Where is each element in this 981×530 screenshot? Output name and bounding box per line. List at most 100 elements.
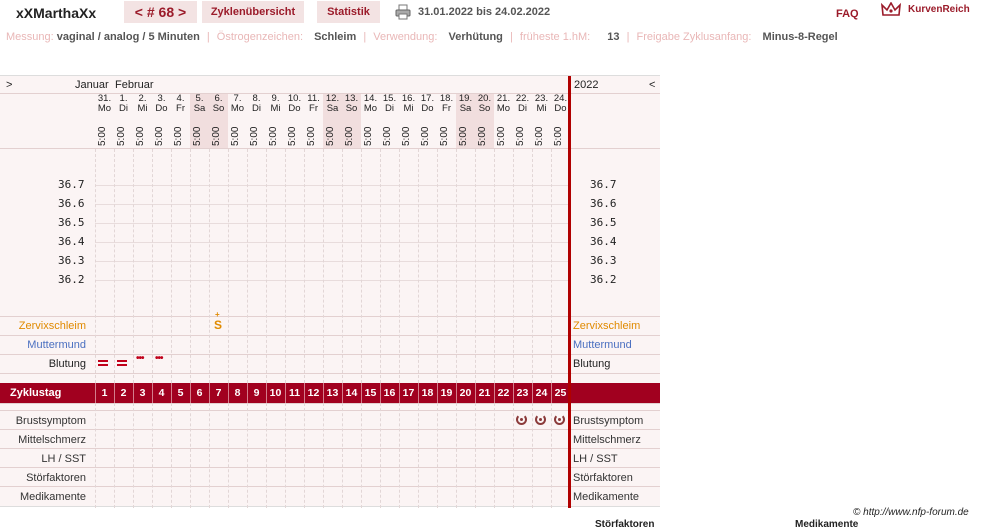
day-header[interactable]: 22. Di 5:00 [513, 94, 532, 149]
grid-vline [513, 403, 514, 508]
cycle-day-divider [513, 383, 514, 403]
cycle-day-divider [532, 383, 533, 403]
day-header[interactable]: 14. Mo 5:00 [361, 94, 380, 149]
grid-vline [475, 149, 476, 383]
breast-symptom-icon[interactable] [535, 414, 546, 425]
cycle-day-number: 4 [158, 387, 165, 399]
measure-time: 5:00 [401, 126, 412, 146]
day-header[interactable]: 6. So 5:00 [209, 94, 228, 149]
weekday: Di [252, 103, 261, 114]
day-header[interactable]: 23. Mi 5:00 [532, 94, 551, 149]
day-header[interactable]: 21. Mo 5:00 [494, 94, 513, 149]
temp-axis-label-right: 36.4 [590, 235, 617, 248]
cycle-day-divider [171, 383, 172, 403]
temp-axis-label-right: 36.6 [590, 197, 617, 210]
bleeding-light-mark[interactable]: ••• [136, 353, 144, 364]
day-header[interactable]: 7. Mo 5:00 [228, 94, 247, 149]
temp-axis-label: 36.6 [58, 197, 85, 210]
cycle-day-divider [380, 383, 381, 403]
day-header[interactable]: 31. Mo 5:00 [95, 94, 114, 149]
day-header[interactable]: 9. Mi 5:00 [266, 94, 285, 149]
weekday: Mi [403, 103, 414, 114]
breast-symptom-icon[interactable] [516, 414, 527, 425]
cycle-day-number: 1 [101, 387, 108, 399]
day-header[interactable]: 12. Sa 5:00 [323, 94, 342, 149]
day-header[interactable]: 11. Fr 5:00 [304, 94, 323, 149]
cycle-day-divider [323, 383, 324, 403]
weekday: Fr [176, 103, 185, 114]
bleeding-heavy-mark[interactable] [117, 360, 127, 362]
bleeding-heavy-mark[interactable] [98, 360, 108, 362]
printer-icon[interactable] [395, 4, 411, 20]
faq-link[interactable]: FAQ [836, 8, 859, 20]
cycle-day-divider [342, 383, 343, 403]
measure-time: 5:00 [249, 126, 260, 146]
day-header[interactable]: 2. Mi 5:00 [133, 94, 152, 149]
grid-vline [247, 149, 248, 383]
lh-row-label: LH / SST [41, 453, 86, 465]
bleeding-light-mark[interactable]: ••• [155, 353, 163, 364]
weekday: Sa [459, 103, 472, 114]
day-header[interactable]: 17. Do 5:00 [418, 94, 437, 149]
day-header[interactable]: 13. So 5:00 [342, 94, 361, 149]
measure-time: 5:00 [97, 126, 108, 146]
grid-vline [228, 403, 229, 508]
day-header[interactable]: 10. Do 5:00 [285, 94, 304, 149]
medi-row-label-right: Medikamente [573, 491, 640, 503]
bleeding-heavy-mark[interactable] [98, 364, 108, 366]
cycle-overview-tab[interactable]: Zyklenübersicht [202, 1, 304, 23]
day-header[interactable]: 15. Di 5:00 [380, 94, 399, 149]
temp-grid-line [95, 261, 568, 262]
cycle-day-divider [228, 383, 229, 403]
measure-time: 5:00 [496, 126, 507, 146]
grid-line [0, 148, 660, 149]
day-header[interactable]: 20. So 5:00 [475, 94, 494, 149]
stoer-row-label-right: Störfaktoren [573, 472, 633, 484]
zyklustag-label: Zyklustag [10, 387, 62, 399]
cycle-day-number: 10 [269, 387, 282, 399]
cycle-day-number: 3 [139, 387, 146, 399]
weekday: Sa [326, 103, 339, 114]
zervix-mark[interactable]: + S [214, 310, 222, 332]
username: xXMarthaXx [16, 5, 97, 21]
cycle-day-number: 12 [307, 387, 320, 399]
grid-line [0, 373, 660, 374]
next-cycle-arrow[interactable]: < [649, 79, 655, 97]
temp-axis-label: 36.5 [58, 216, 85, 229]
grid-vline [133, 149, 134, 383]
prev-cycle-arrow[interactable]: > [6, 79, 12, 97]
brand-name[interactable]: KurvenReich [908, 4, 970, 15]
day-header[interactable]: 1. Di 5:00 [114, 94, 133, 149]
day-header[interactable]: 18. Fr 5:00 [437, 94, 456, 149]
measure-time: 5:00 [363, 126, 374, 146]
statistics-tab[interactable]: Statistik [317, 1, 380, 23]
day-header[interactable]: 19. Sa 5:00 [456, 94, 475, 149]
day-header[interactable]: 5. Sa 5:00 [190, 94, 209, 149]
measure-time: 5:00 [192, 126, 203, 146]
weekday: So [345, 103, 358, 114]
cycle-navigator-button[interactable]: < # 68 > [124, 1, 197, 23]
cycle-day-number: 19 [440, 387, 453, 399]
brust-row-label-right: Brustsymptom [573, 415, 644, 427]
day-header[interactable]: 3. Do 5:00 [152, 94, 171, 149]
crown-logo-icon[interactable] [881, 2, 901, 18]
day-header[interactable]: 16. Mi 5:00 [399, 94, 418, 149]
grid-vline [380, 403, 381, 508]
day-header[interactable]: 4. Fr 5:00 [171, 94, 190, 149]
bleeding-heavy-mark[interactable] [117, 364, 127, 366]
verwendung-value: Verhütung [448, 31, 503, 43]
cycle-day-number: 17 [402, 387, 415, 399]
breast-symptom-icon[interactable] [554, 414, 565, 425]
day-header[interactable]: 8. Di 5:00 [247, 94, 266, 149]
measure-time: 5:00 [477, 126, 488, 146]
grid-vline [399, 403, 400, 508]
separator: | [206, 31, 210, 43]
cycle-day-divider [475, 383, 476, 403]
grid-vline [418, 403, 419, 508]
grid-line [0, 410, 660, 411]
separator: | [509, 31, 513, 43]
measure-time: 5:00 [382, 126, 393, 146]
separator: | [363, 31, 367, 43]
grid-vline [152, 403, 153, 508]
grid-vline [551, 403, 552, 508]
